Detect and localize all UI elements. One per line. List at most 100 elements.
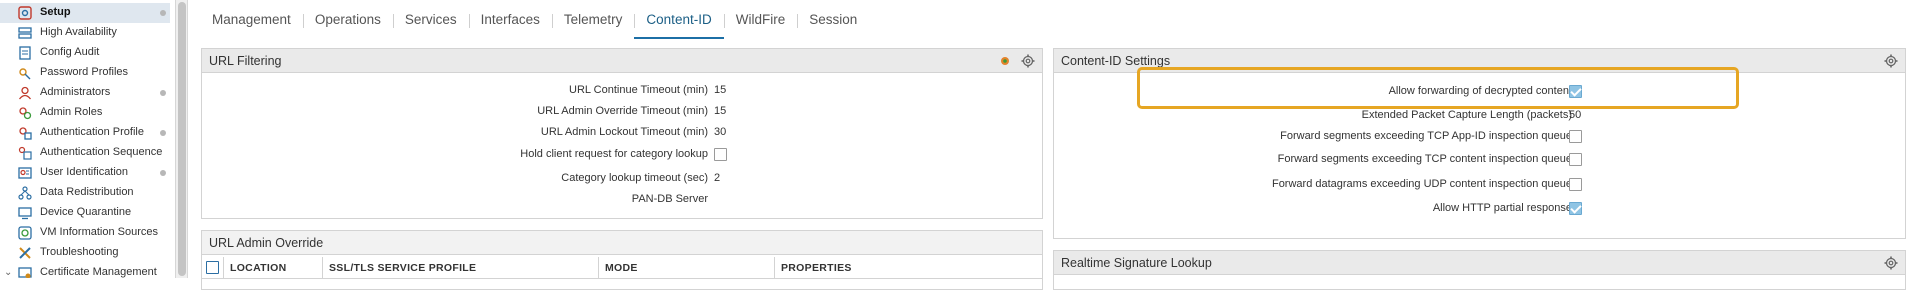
url-category-icon[interactable] <box>998 54 1012 68</box>
status-dot <box>160 90 166 96</box>
sidebar-item-label: User Identification <box>40 166 129 178</box>
column-header-ssl-tls-service-profile[interactable]: SSL/TLS SERVICE PROFILE <box>323 257 599 279</box>
sidebar-item-label: VM Information Sources <box>40 226 158 238</box>
sidebar-item-config-audit[interactable]: Config Audit <box>0 43 170 63</box>
panel-header: URL Admin Override <box>202 231 1042 255</box>
column-header-mode[interactable]: MODE <box>599 257 775 279</box>
sidebar-item-vm-information-sources[interactable]: VM Information Sources <box>0 223 170 243</box>
config-audit-icon <box>19 46 31 60</box>
user-identification-icon <box>18 167 32 179</box>
category-lookup-timeout-value: 2 <box>714 172 721 184</box>
allow-http-partial-checkbox[interactable] <box>1569 202 1582 215</box>
forward-tcp-app-id-label: Forward segments exceeding TCP App-ID in… <box>1280 130 1572 142</box>
url-filtering-panel: URL Filtering URL Continue Timeout (min)… <box>201 48 1043 219</box>
administrators-icon <box>18 86 32 100</box>
sidebar-item-label: Administrators <box>40 86 111 98</box>
allow-http-partial-label: Allow HTTP partial response <box>1432 202 1572 214</box>
tab-wildfire[interactable]: WildFire <box>723 0 798 40</box>
sidebar-item-label: High Availability <box>40 26 117 38</box>
sidebar-item-label: Config Audit <box>40 46 100 58</box>
gear-icon[interactable] <box>1884 256 1898 270</box>
column-header-location[interactable]: LOCATION <box>224 257 323 279</box>
certificate-management-icon <box>18 267 32 278</box>
table-header: LOCATION SSL/TLS SERVICE PROFILE MODE PR… <box>202 257 1042 279</box>
url-admin-override-panel: URL Admin Override LOCATION SSL/TLS SERV… <box>201 230 1043 290</box>
hold-client-request-label: Hold client request for category lookup <box>520 148 708 160</box>
scrollbar-thumb[interactable] <box>178 2 186 276</box>
url-continue-timeout-value: 15 <box>714 84 727 96</box>
sidebar-item-label: Authentication Profile <box>40 126 144 138</box>
sidebar-item-label: Authentication Sequence <box>40 146 163 158</box>
sidebar-item-authentication-profile[interactable]: Authentication Profile <box>0 123 170 143</box>
tab-content-id[interactable]: Content-ID <box>634 0 724 40</box>
sidebar-item-label: Certificate Management <box>40 266 157 278</box>
url-admin-override-timeout-value: 15 <box>714 105 727 117</box>
data-redistribution-icon <box>18 186 32 200</box>
chevron-down-icon[interactable]: ⌄ <box>4 267 12 278</box>
tab-interfaces[interactable]: Interfaces <box>468 0 552 40</box>
panel-header: Realtime Signature Lookup <box>1054 251 1905 275</box>
sidebar-item-label: Password Profiles <box>40 66 129 78</box>
panel-title: URL Admin Override <box>209 236 324 250</box>
extended-packet-capture-value: 50 <box>1569 109 1582 121</box>
troubleshooting-icon <box>19 247 31 259</box>
sidebar-item-label: Admin Roles <box>40 106 103 118</box>
tab-bar: Management Operations Services Interface… <box>200 0 869 40</box>
sidebar-item-admin-roles[interactable]: Admin Roles <box>0 103 170 123</box>
sidebar-item-label: Troubleshooting <box>40 246 119 258</box>
category-lookup-timeout-label: Category lookup timeout (sec) <box>561 172 708 184</box>
url-admin-lockout-timeout-value: 30 <box>714 126 727 138</box>
high-availability-icon <box>18 27 32 39</box>
sidebar-item-administrators[interactable]: Administrators <box>0 83 170 103</box>
realtime-signature-lookup-panel: Realtime Signature Lookup <box>1053 250 1906 290</box>
select-all-checkbox[interactable] <box>206 261 219 274</box>
setup-icon <box>18 6 32 20</box>
highlight-box <box>1137 67 1739 109</box>
sidebar-item-setup[interactable]: Setup <box>0 3 170 23</box>
status-dot <box>160 10 166 16</box>
forward-udp-content-checkbox[interactable] <box>1569 178 1582 191</box>
url-admin-lockout-timeout-label: URL Admin Lockout Timeout (min) <box>540 126 708 138</box>
authentication-profile-icon <box>19 127 32 140</box>
sidebar-item-data-redistribution[interactable]: Data Redistribution <box>0 183 170 203</box>
pan-db-server-label: PAN-DB Server <box>631 193 708 205</box>
panel-title: Content-ID Settings <box>1061 54 1171 68</box>
sidebar-item-device-quarantine[interactable]: Device Quarantine <box>0 203 170 223</box>
tab-telemetry[interactable]: Telemetry <box>551 0 635 40</box>
tab-operations[interactable]: Operations <box>302 0 393 40</box>
sidebar-item-label: Setup <box>40 6 71 18</box>
tab-services[interactable]: Services <box>392 0 469 40</box>
panel-header: URL Filtering <box>202 49 1042 73</box>
sidebar-item-label: Data Redistribution <box>40 186 134 198</box>
forward-tcp-content-label: Forward segments exceeding TCP content i… <box>1277 153 1572 165</box>
status-dot <box>160 130 166 136</box>
forward-udp-content-label: Forward datagrams exceeding UDP content … <box>1271 178 1572 190</box>
url-admin-override-timeout-label: URL Admin Override Timeout (min) <box>537 105 708 117</box>
sidebar: Setup High Availability Config Audit Pas… <box>0 0 176 278</box>
panel-title: Realtime Signature Lookup <box>1061 256 1212 270</box>
sidebar-item-certificate-management[interactable]: ⌄ Certificate Management <box>0 263 170 278</box>
password-profiles-icon <box>19 68 31 80</box>
extended-packet-capture-label: Extended Packet Capture Length (packets) <box>1361 109 1572 121</box>
sidebar-item-troubleshooting[interactable]: Troubleshooting <box>0 243 170 263</box>
tab-management[interactable]: Management <box>200 0 303 40</box>
forward-tcp-app-id-checkbox[interactable] <box>1569 130 1582 143</box>
gear-icon[interactable] <box>1021 54 1035 68</box>
url-continue-timeout-label: URL Continue Timeout (min) <box>569 84 708 96</box>
hold-client-request-checkbox[interactable] <box>714 148 727 161</box>
device-quarantine-icon <box>18 207 32 220</box>
sidebar-item-high-availability[interactable]: High Availability <box>0 23 170 43</box>
sidebar-item-user-identification[interactable]: User Identification <box>0 163 170 183</box>
status-dot <box>160 170 166 176</box>
sidebar-item-label: Device Quarantine <box>40 206 132 218</box>
sidebar-item-password-profiles[interactable]: Password Profiles <box>0 63 170 83</box>
tab-session[interactable]: Session <box>797 0 869 40</box>
vm-information-sources-icon <box>18 226 32 240</box>
sidebar-item-authentication-sequence[interactable]: Authentication Sequence <box>0 143 170 163</box>
authentication-sequence-icon <box>18 146 32 160</box>
panel-title: URL Filtering <box>209 54 282 68</box>
column-header-properties[interactable]: PROPERTIES <box>775 257 1042 279</box>
gear-icon[interactable] <box>1884 54 1898 68</box>
sidebar-scrollbar[interactable] <box>176 0 188 278</box>
forward-tcp-content-checkbox[interactable] <box>1569 153 1582 166</box>
